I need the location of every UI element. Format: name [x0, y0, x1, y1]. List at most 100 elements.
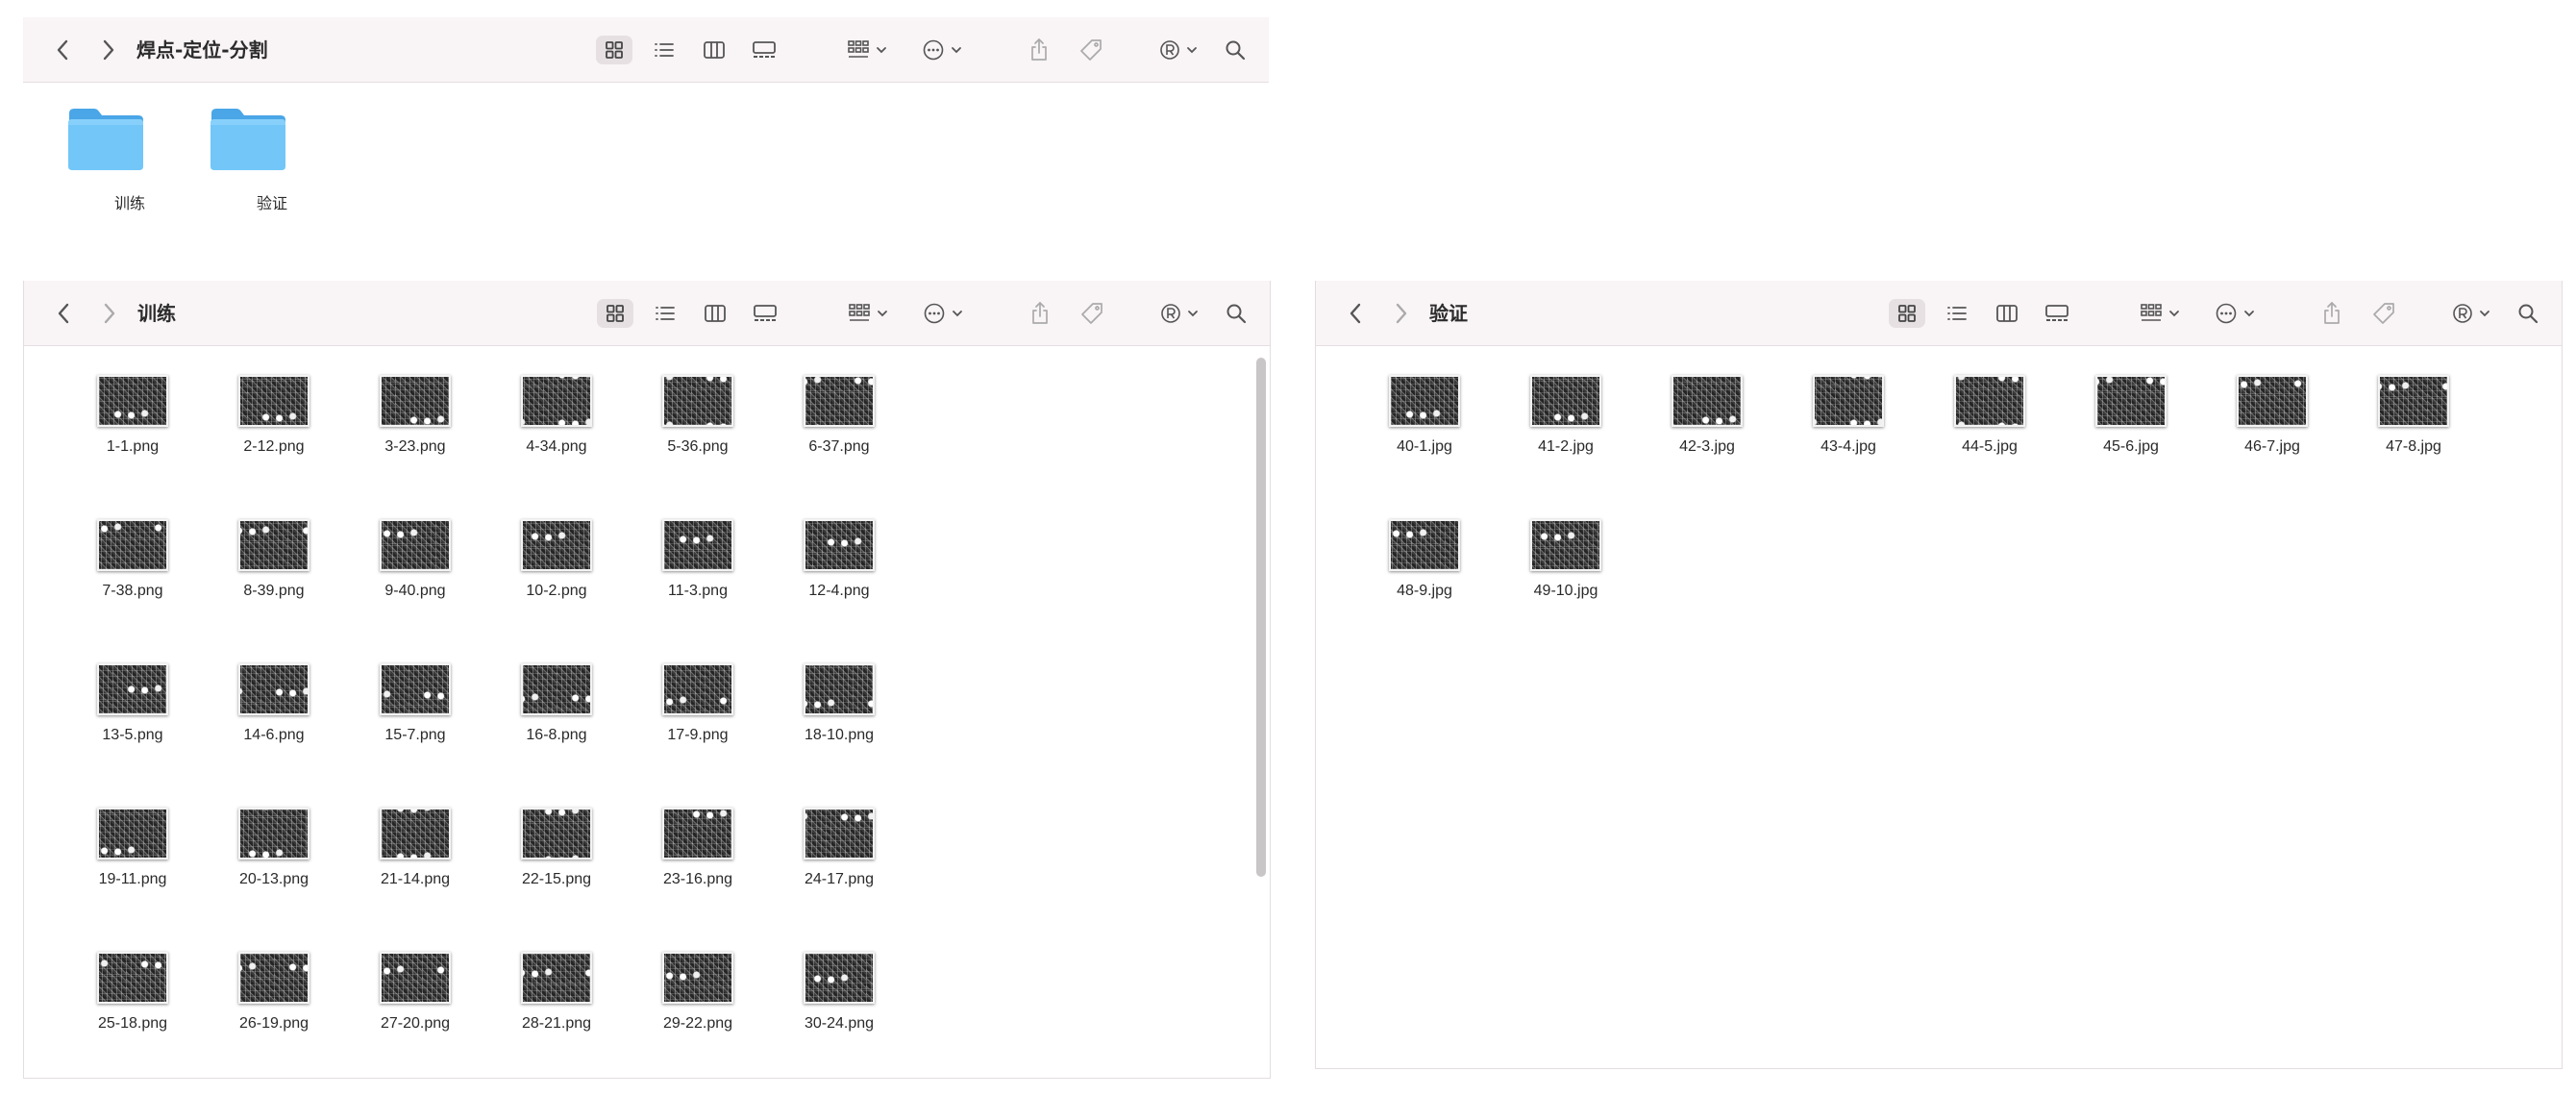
group-button[interactable]	[842, 17, 892, 83]
forward-button[interactable]	[1387, 281, 1416, 346]
file-item[interactable]: 19-11.png	[49, 788, 193, 933]
search-button[interactable]	[1219, 17, 1251, 83]
icon-view-button[interactable]	[599, 281, 632, 346]
share-icon	[1032, 302, 1048, 324]
file-item[interactable]: 8-39.png	[190, 500, 334, 644]
file-item[interactable]: 7-38.png	[49, 500, 193, 644]
folder-item-val[interactable]: 验证	[200, 106, 344, 238]
group-icon	[849, 304, 870, 321]
file-item[interactable]: 48-9.jpg	[1341, 500, 1485, 644]
file-item[interactable]: 42-3.jpg	[1623, 356, 1768, 500]
file-item[interactable]: 9-40.png	[332, 500, 476, 644]
file-item[interactable]: 44-5.jpg	[1906, 356, 2050, 500]
file-item[interactable]: 40-1.jpg	[1341, 356, 1485, 500]
file-item[interactable]: 24-17.png	[755, 788, 900, 933]
file-item[interactable]: 5-36.png	[614, 356, 758, 500]
file-item[interactable]: 26-19.png	[190, 933, 334, 1077]
list-view-button[interactable]	[1941, 281, 1973, 346]
file-item[interactable]: 11-3.png	[614, 500, 758, 644]
tag-button[interactable]	[1076, 281, 1108, 346]
file-item[interactable]: 30-24.png	[755, 933, 900, 1077]
file-item[interactable]: 43-4.jpg	[1765, 356, 1909, 500]
file-item[interactable]: 49-10.jpg	[1482, 500, 1626, 644]
share-button[interactable]	[1024, 281, 1056, 346]
search-button[interactable]	[2512, 281, 2544, 346]
file-name-label: 30-24.png	[804, 1015, 875, 1032]
image-thumbnail	[380, 808, 451, 859]
icon-view-button[interactable]	[1891, 281, 1923, 346]
column-view-button[interactable]	[1991, 281, 2023, 346]
folder-item-train[interactable]: 训练	[58, 106, 202, 238]
more-button[interactable]	[917, 17, 967, 83]
file-item[interactable]: 47-8.jpg	[2330, 356, 2474, 500]
folder-icon	[211, 109, 285, 170]
icon-view-icon	[1898, 305, 1916, 322]
back-button[interactable]	[48, 17, 77, 83]
file-item[interactable]: 14-6.png	[190, 644, 334, 788]
image-thumbnail	[380, 519, 451, 571]
share-button[interactable]	[2316, 281, 2348, 346]
file-item[interactable]: 46-7.jpg	[2189, 356, 2333, 500]
file-item[interactable]: 17-9.png	[614, 644, 758, 788]
image-thumbnail	[380, 663, 451, 715]
gallery-view-button[interactable]	[748, 17, 780, 83]
search-button[interactable]	[1220, 281, 1252, 346]
file-item[interactable]: 45-6.jpg	[2047, 356, 2192, 500]
image-thumbnail	[521, 519, 592, 571]
file-item[interactable]: 21-14.png	[332, 788, 476, 933]
chevron-down-icon	[953, 311, 962, 317]
file-item[interactable]: 12-4.png	[755, 500, 900, 644]
file-item[interactable]: 18-10.png	[755, 644, 900, 788]
forward-button[interactable]	[95, 281, 124, 346]
column-view-button[interactable]	[699, 281, 731, 346]
file-item[interactable]: 41-2.jpg	[1482, 356, 1626, 500]
account-button[interactable]	[1153, 17, 1203, 83]
icon-view-button[interactable]	[598, 17, 631, 83]
file-item[interactable]: 13-5.png	[49, 644, 193, 788]
more-button[interactable]	[2210, 281, 2260, 346]
file-item[interactable]: 4-34.png	[473, 356, 617, 500]
file-item[interactable]: 1-1.png	[49, 356, 193, 500]
file-item[interactable]: 29-22.png	[614, 933, 758, 1077]
file-item[interactable]: 10-2.png	[473, 500, 617, 644]
gallery-view-button[interactable]	[2041, 281, 2073, 346]
file-name-label: 47-8.jpg	[2386, 438, 2441, 455]
account-button[interactable]	[1154, 281, 1204, 346]
file-item[interactable]: 22-15.png	[473, 788, 617, 933]
image-thumbnail	[804, 663, 875, 715]
back-button[interactable]	[49, 281, 78, 346]
finder-window-train: 训练 1-1.png 2-12.png 3-23.png 4-34.png 5-…	[23, 281, 1271, 1079]
tag-button[interactable]	[2367, 281, 2400, 346]
file-name-label: 12-4.png	[808, 583, 870, 599]
gallery-view-icon	[753, 41, 776, 58]
group-button[interactable]	[843, 281, 893, 346]
column-view-button[interactable]	[698, 17, 731, 83]
vertical-scrollbar[interactable]	[1256, 358, 1266, 877]
file-item[interactable]: 3-23.png	[332, 356, 476, 500]
list-view-button[interactable]	[649, 281, 681, 346]
file-item[interactable]: 20-13.png	[190, 788, 334, 933]
file-item[interactable]: 16-8.png	[473, 644, 617, 788]
file-item[interactable]: 2-12.png	[190, 356, 334, 500]
chevron-down-icon	[877, 47, 886, 54]
image-thumbnail	[1530, 519, 1601, 571]
share-button[interactable]	[1023, 17, 1055, 83]
group-button[interactable]	[2135, 281, 2185, 346]
file-item[interactable]: 25-18.png	[49, 933, 193, 1077]
file-item[interactable]: 28-21.png	[473, 933, 617, 1077]
back-button[interactable]	[1341, 281, 1370, 346]
image-thumbnail	[521, 663, 592, 715]
forward-button[interactable]	[94, 17, 123, 83]
tag-icon	[1080, 39, 1102, 61]
forward-icon	[103, 39, 114, 61]
list-view-button[interactable]	[648, 17, 681, 83]
file-item[interactable]: 27-20.png	[332, 933, 476, 1077]
account-button[interactable]	[2446, 281, 2496, 346]
file-item[interactable]: 23-16.png	[614, 788, 758, 933]
search-icon	[2518, 304, 2539, 324]
file-item[interactable]: 6-37.png	[755, 356, 900, 500]
more-button[interactable]	[918, 281, 968, 346]
file-item[interactable]: 15-7.png	[332, 644, 476, 788]
tag-button[interactable]	[1075, 17, 1107, 83]
gallery-view-button[interactable]	[749, 281, 781, 346]
